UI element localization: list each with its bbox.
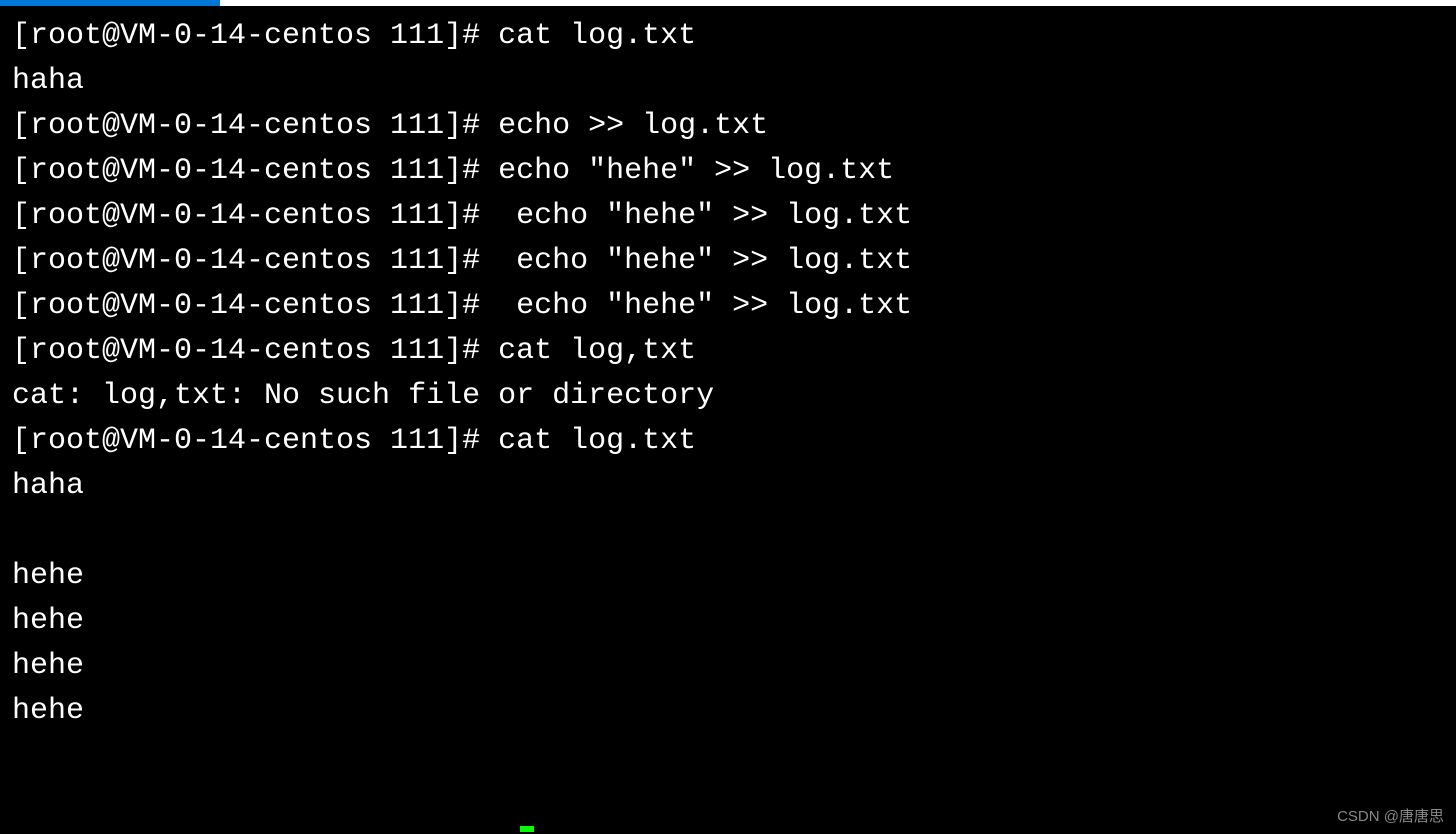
- shell-prompt: [root@VM-0-14-centos 111]#: [12, 244, 498, 278]
- terminal-line: [root@VM-0-14-centos 111]# echo "hehe" >…: [12, 149, 1444, 194]
- terminal-line: [root@VM-0-14-centos 111]# echo >> log.t…: [12, 104, 1444, 149]
- watermark: CSDN @唐唐思: [1337, 806, 1444, 829]
- shell-command: echo "hehe" >> log.txt: [498, 199, 912, 233]
- shell-output: hehe: [12, 694, 84, 728]
- terminal-line: hehe: [12, 644, 1444, 689]
- terminal-line: [root@VM-0-14-centos 111]# echo "hehe" >…: [12, 284, 1444, 329]
- terminal-line: [root@VM-0-14-centos 111]# echo "hehe" >…: [12, 194, 1444, 239]
- terminal-line: [root@VM-0-14-centos 111]# cat log,txt: [12, 329, 1444, 374]
- terminal-line: hehe: [12, 689, 1444, 734]
- terminal-line: [12, 509, 1444, 554]
- shell-prompt: [root@VM-0-14-centos 111]#: [12, 424, 498, 458]
- shell-output: cat: log,txt: No such file or directory: [12, 379, 714, 413]
- shell-output: haha: [12, 469, 84, 503]
- shell-command: echo "hehe" >> log.txt: [498, 154, 894, 188]
- active-tab-indicator: [0, 0, 220, 6]
- terminal-line: cat: log,txt: No such file or directory: [12, 374, 1444, 419]
- shell-command: echo >> log.txt: [498, 109, 768, 143]
- shell-command: cat log.txt: [498, 424, 696, 458]
- terminal-line: hehe: [12, 599, 1444, 644]
- shell-command: cat log.txt: [498, 19, 696, 53]
- terminal-output[interactable]: [root@VM-0-14-centos 111]# cat log.txt ha…: [0, 6, 1456, 734]
- shell-output: hehe: [12, 649, 84, 683]
- shell-prompt: [root@VM-0-14-centos 111]#: [12, 199, 498, 233]
- shell-command: echo "hehe" >> log.txt: [498, 244, 912, 278]
- terminal-line: [root@VM-0-14-centos 111]# cat log.txt: [12, 419, 1444, 464]
- terminal-line: haha: [12, 464, 1444, 509]
- shell-prompt: [root@VM-0-14-centos 111]#: [12, 334, 498, 368]
- terminal-line: [root@VM-0-14-centos 111]# echo "hehe" >…: [12, 239, 1444, 284]
- shell-prompt: [root@VM-0-14-centos 111]#: [12, 109, 498, 143]
- shell-prompt: [root@VM-0-14-centos 111]#: [12, 289, 498, 323]
- terminal-line: haha: [12, 59, 1444, 104]
- shell-command: cat log,txt: [498, 334, 696, 368]
- shell-prompt: [root@VM-0-14-centos 111]#: [12, 154, 498, 188]
- shell-prompt: [root@VM-0-14-centos 111]#: [12, 19, 498, 53]
- cursor-row: [0, 789, 534, 834]
- terminal-line: hehe: [12, 554, 1444, 599]
- shell-output: hehe: [12, 559, 84, 593]
- terminal-line: [root@VM-0-14-centos 111]# cat log.txt: [12, 14, 1444, 59]
- shell-command: echo "hehe" >> log.txt: [498, 289, 912, 323]
- terminal-cursor: [520, 826, 534, 832]
- shell-output: hehe: [12, 604, 84, 638]
- shell-output: haha: [12, 64, 84, 98]
